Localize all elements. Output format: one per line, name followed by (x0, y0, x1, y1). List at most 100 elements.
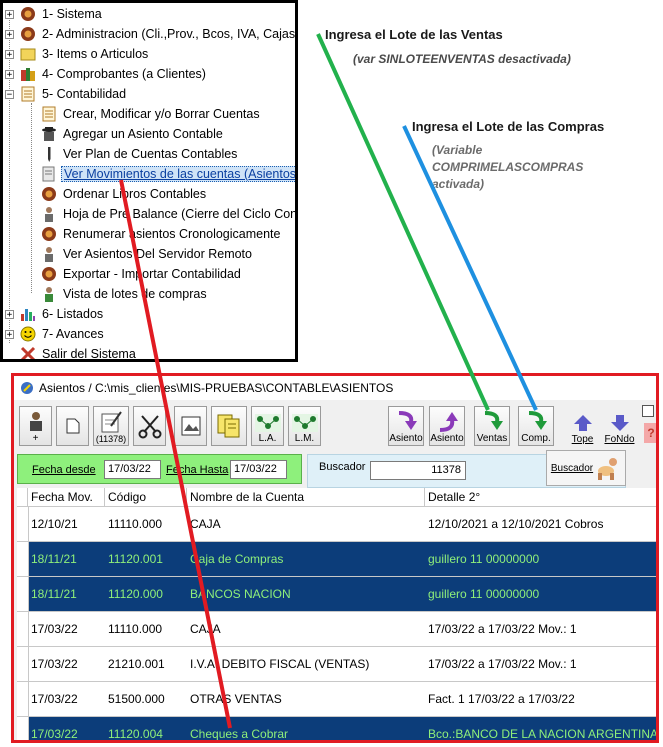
fecha-hasta-input[interactable]: 17/03/22 (230, 460, 287, 479)
cell-nombre: BANCOS NACION (190, 587, 291, 601)
table-row[interactable]: 17/03/22 21210.001 I.V.A. DEBITO FISCAL … (17, 647, 656, 682)
expand-icon[interactable]: + (5, 309, 14, 319)
tree-item-crear-cuentas[interactable]: Crear, Modificar y/o Borrar Cuentas (41, 104, 262, 124)
asiento-label: Asiento (430, 433, 464, 444)
fecha-desde-label: Fecha desde (32, 464, 96, 476)
tree-item-label: Renumerar asientos Cronologicamente (63, 227, 281, 241)
tree-item-sistema[interactable]: + 1- Sistema (5, 4, 104, 24)
asiento-up-button[interactable]: Asiento (429, 406, 465, 446)
picture-icon (181, 416, 200, 435)
lm-button[interactable]: L.M. (288, 406, 321, 446)
cell-fecha: 18/11/21 (31, 552, 77, 566)
tree-item-ver-movimientos[interactable]: Ver Movimientos de las cuentas (Asientos… (41, 164, 295, 184)
search-button-label: Buscador (550, 462, 594, 474)
search-input[interactable]: 11378 (370, 461, 466, 480)
image-button[interactable] (174, 406, 207, 446)
cell-nombre: Cheques a Cobrar (190, 727, 289, 741)
table-row[interactable]: 17/03/22 11110.000 CAJA 17/03/22 a 17/03… (17, 612, 656, 647)
cell-codigo: 11110.000 (108, 622, 163, 636)
expand-icon[interactable]: + (5, 69, 14, 79)
folder-icon (20, 46, 36, 62)
table-row[interactable]: 17/03/22 11120.004 Cheques a Cobrar Bco.… (17, 717, 659, 741)
person-icon (41, 206, 57, 222)
gear-icon (41, 266, 57, 282)
annotation-compras-note-3: activada) (432, 177, 485, 191)
la-button[interactable]: L.A. (251, 406, 284, 446)
tree-item-lotes-compras[interactable]: Vista de lotes de compras (41, 284, 209, 304)
tree-item-contabilidad[interactable]: − 5- Contabilidad (5, 84, 128, 104)
cell-codigo: 51500.000 (108, 692, 165, 706)
cell-nombre: I.V.A. DEBITO FISCAL (VENTAS) (190, 657, 370, 671)
date-filter-bar: Fecha desde 17/03/22 Fecha Hasta 17/03/2… (17, 454, 302, 484)
tope-button[interactable]: Tope (566, 406, 599, 446)
menu-tree-panel: + 1- Sistema + 2- Administracion (Cli.,P… (0, 0, 298, 362)
spy-icon (41, 126, 57, 142)
row-indicator (17, 507, 29, 541)
tree-item-label: Crear, Modificar y/o Borrar Cuentas (63, 107, 260, 121)
expand-icon[interactable]: + (5, 9, 14, 19)
tree-item-listados[interactable]: + 6- Listados (5, 304, 105, 324)
person-icon (41, 286, 57, 302)
compras-lote-button[interactable]: Comp. (518, 406, 554, 446)
tree-item-label: Vista de lotes de compras (63, 287, 207, 301)
cell-detalle: Bco.:BANCO DE LA NACION ARGENTINA (428, 727, 659, 741)
bar-chart-icon (20, 306, 36, 322)
cell-codigo: 11120.000 (108, 587, 163, 601)
tree-item-renumerar[interactable]: Renumerar asientos Cronologicamente (41, 224, 282, 244)
column-header-nombre[interactable]: Nombre de la Cuenta (187, 488, 425, 507)
table-row[interactable]: 18/11/21 11120.001 Caja de Compras guill… (17, 542, 656, 577)
books-icon (20, 66, 36, 82)
fondo-button[interactable]: FoNdo (603, 406, 636, 446)
cell-fecha: 17/03/22 (31, 727, 78, 741)
ventas-lote-button[interactable]: Ventas (474, 406, 510, 446)
fecha-hasta-label: Fecha Hasta (166, 464, 229, 476)
add-asiento-button[interactable]: + (19, 406, 52, 446)
expand-icon[interactable]: + (5, 49, 14, 59)
tree-item-avances[interactable]: + 7- Avances (5, 324, 106, 344)
tree-item-ver-plan[interactable]: Ver Plan de Cuentas Contables (41, 144, 239, 164)
tree-item-items[interactable]: + 3- Items o Articulos (5, 44, 150, 64)
expand-icon[interactable]: + (5, 29, 14, 39)
count-button[interactable]: (11378) (93, 406, 129, 446)
arrow-down-icon (610, 415, 629, 431)
tree-item-comprobantes[interactable]: + 4- Comprobantes (a Clientes) (5, 64, 208, 84)
search-button[interactable]: Buscador (546, 450, 626, 486)
table-row[interactable]: 18/11/21 11120.000 BANCOS NACION guiller… (17, 577, 656, 612)
toolbar: + (11378) L.A. L.M. Asiento Asiento Vent… (14, 401, 656, 451)
tree-item-label: Exportar - Importar Contabilidad (63, 267, 241, 281)
cell-codigo: 11120.001 (108, 552, 163, 566)
table-row[interactable]: 12/10/21 11110.000 CAJA 12/10/2021 a 12/… (17, 507, 656, 542)
gear-icon (20, 26, 36, 42)
tree-item-label: 7- Avances (42, 327, 104, 341)
collapse-icon[interactable]: − (5, 89, 14, 99)
cut-button[interactable] (133, 406, 166, 446)
cell-detalle: guillero 11 00000000 (428, 552, 540, 566)
fondo-label: FoNdo (604, 434, 635, 445)
tree-item-administracion[interactable]: + 2- Administracion (Cli.,Prov., Bcos, I… (5, 24, 295, 44)
asiento-down-button[interactable]: Asiento (388, 406, 424, 446)
tree-item-pre-balance[interactable]: Hoja de Pre Balance (Cierre del Ciclo Co… (41, 204, 295, 224)
fecha-desde-input[interactable]: 17/03/22 (104, 460, 161, 479)
tree-item-label: 6- Listados (42, 307, 104, 321)
add-label: + (32, 433, 39, 444)
tree-item-salir[interactable]: Salir del Sistema (20, 344, 138, 359)
tree-item-ordenar-libros[interactable]: Ordenar Libros Contables (41, 184, 208, 204)
column-header-codigo[interactable]: Código (105, 488, 187, 507)
table-row[interactable]: 17/03/22 51500.000 OTRAS VENTAS Fact. 1 … (17, 682, 656, 717)
new-document-button[interactable] (56, 406, 89, 446)
cell-codigo: 21210.001 (108, 657, 165, 671)
option-checkbox[interactable] (642, 405, 654, 417)
help-button[interactable]: ? (644, 423, 656, 443)
tree-item-exportar[interactable]: Exportar - Importar Contabilidad (41, 264, 243, 284)
window-titlebar: Asientos / C:\mis_clientes\MIS-PRUEBAS\C… (14, 376, 656, 400)
column-header-detalle[interactable]: Detalle 2° (425, 488, 656, 507)
gear-icon (20, 6, 36, 22)
annotation-compras-title: Ingresa el Lote de las Compras (412, 119, 605, 134)
cell-detalle: guillero 11 00000000 (428, 587, 540, 601)
tree-item-servidor-remoto[interactable]: Ver Asientos Del Servidor Remoto (41, 244, 254, 264)
cell-detalle: 17/03/22 a 17/03/22 Mov.: 1 (428, 622, 577, 636)
column-header-fecha[interactable]: Fecha Mov. (28, 488, 105, 507)
expand-icon[interactable]: + (5, 329, 14, 339)
notes-button[interactable] (211, 406, 247, 446)
tree-item-agregar-asiento[interactable]: Agregar un Asiento Contable (41, 124, 225, 144)
